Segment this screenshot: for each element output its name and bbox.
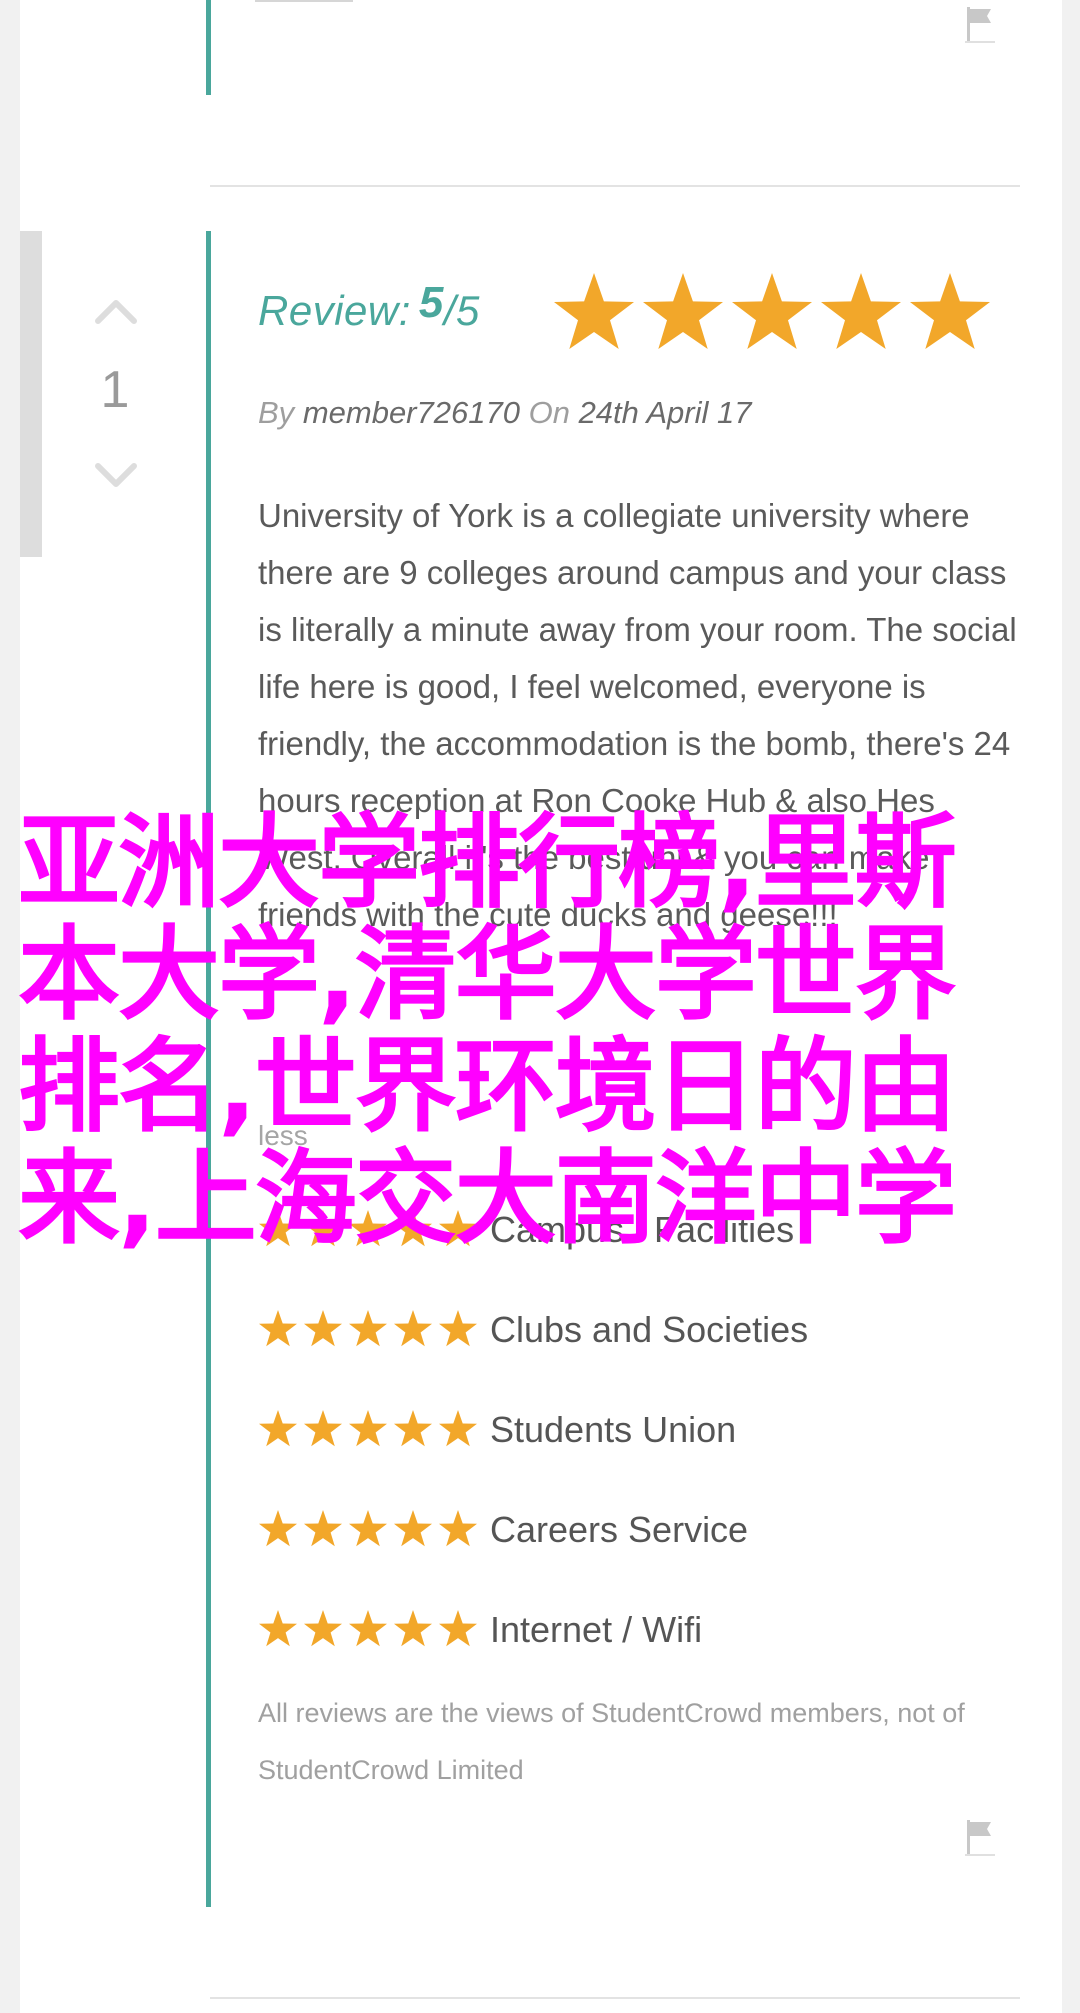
- category-star-rating: [259, 1410, 477, 1447]
- review-label: Review:: [258, 287, 411, 334]
- report-flag-icon[interactable]: [965, 5, 995, 45]
- review-score: 5: [418, 278, 444, 327]
- star-icon: [643, 273, 723, 349]
- rating-label: Careers Service: [490, 1509, 749, 1550]
- review-disclaimer: All reviews are the views of StudentCrow…: [258, 1698, 965, 1785]
- review-divider: [210, 1997, 1020, 1999]
- review-date: 24th April 17: [578, 395, 752, 430]
- rating-row: Clubs and Societies: [258, 1280, 1018, 1380]
- rating-row: Internet / Wifi: [258, 1580, 1018, 1680]
- review-score-total: /5: [443, 287, 480, 334]
- report-flag-icon[interactable]: [965, 1818, 995, 1858]
- right-frame: [1062, 0, 1080, 2013]
- rating-row: Careers Service: [258, 1480, 1018, 1580]
- review-score-heading: Review: 5/5: [258, 278, 480, 335]
- category-star-rating: [259, 1610, 477, 1647]
- page: 1 Review: 5/5 By member726170 On 24th Apr…: [0, 0, 1080, 2013]
- category-star-rating: [259, 1310, 477, 1347]
- rating-label: Students Union: [490, 1409, 737, 1450]
- category-star-rating: [259, 1510, 477, 1547]
- star-icon: [732, 273, 812, 349]
- upvote-icon[interactable]: [94, 295, 138, 325]
- vote-count: 1: [100, 361, 130, 419]
- star-icon: [821, 273, 901, 349]
- previous-review-underline: [255, 0, 353, 2]
- star-icon: [554, 273, 634, 349]
- overlay-caption: 亚洲大学排行榜,里斯本大学,清华大学世界排名,世界环境日的由来,上海交大南洋中学: [18, 804, 957, 1259]
- review-divider: [210, 185, 1020, 187]
- previous-review-accent-bar: [206, 0, 211, 95]
- by-prefix: By: [258, 395, 295, 430]
- rating-label: Clubs and Societies: [490, 1309, 809, 1350]
- left-frame: [0, 0, 20, 2013]
- review-byline: By member726170 On 24th April 17: [258, 395, 751, 431]
- star-icon: [910, 273, 990, 349]
- rating-row: Students Union: [258, 1380, 1018, 1480]
- downvote-icon[interactable]: [94, 462, 138, 492]
- overall-star-rating: [554, 273, 990, 349]
- review-author[interactable]: member726170: [303, 395, 520, 430]
- rating-label: Internet / Wifi: [490, 1609, 703, 1650]
- on-prefix: On: [528, 395, 570, 430]
- vote-bar: [20, 231, 42, 557]
